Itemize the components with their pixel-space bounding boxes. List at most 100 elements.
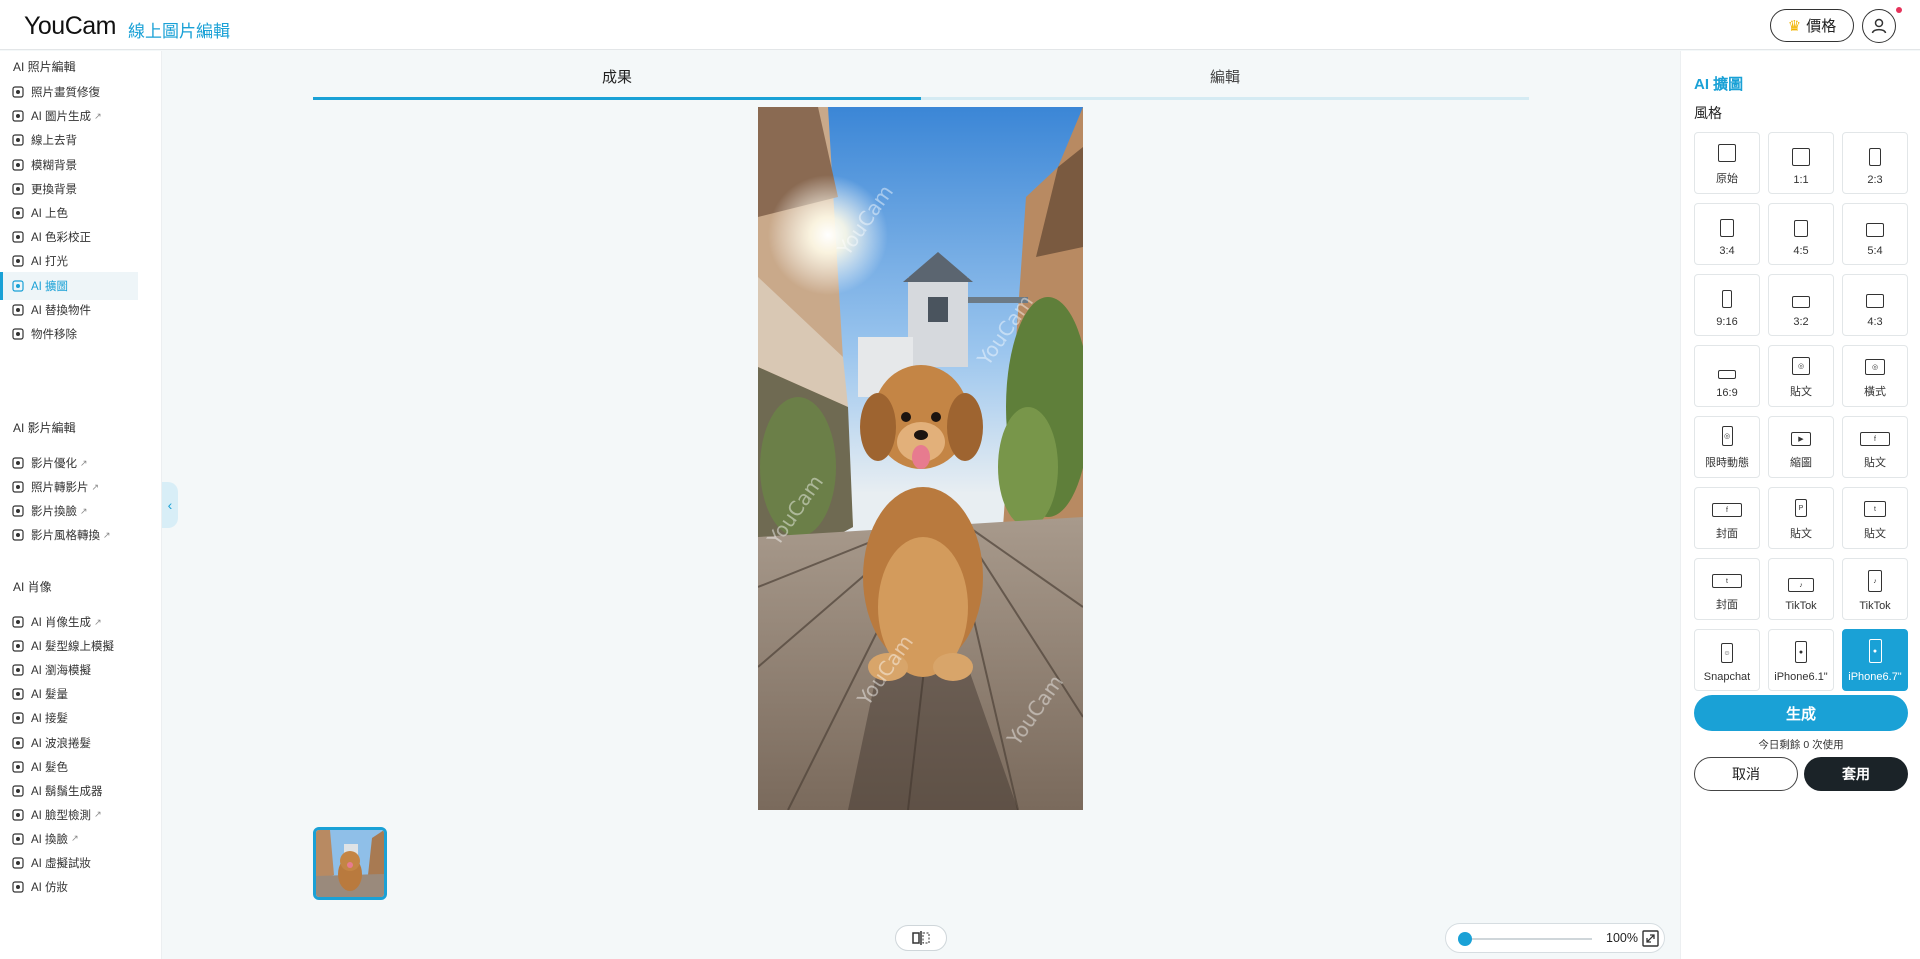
apply-button[interactable]: 套用 <box>1804 757 1908 791</box>
ratio-option[interactable]: ▶ 縮圖 <box>1768 416 1834 478</box>
replace-icon <box>11 303 24 316</box>
sidebar-item-label: AI 波浪捲髮 <box>31 737 92 750</box>
bangs-icon <box>11 664 24 677</box>
zoom-control: 100% <box>1445 923 1665 953</box>
light-icon <box>11 255 24 268</box>
ratio-option[interactable]: 16:9 <box>1694 345 1760 407</box>
sidebar-item-label: 線上去背 <box>31 135 77 148</box>
crown-icon: ♛ <box>1787 17 1802 35</box>
zoom-level: 100% <box>1606 931 1638 945</box>
ratio-option[interactable]: ☺ Snapchat <box>1694 629 1760 691</box>
user-account-button[interactable] <box>1862 9 1896 43</box>
fit-screen-icon[interactable] <box>1642 930 1659 947</box>
external-link-icon: ↗ <box>103 529 111 540</box>
ratio-option[interactable]: 5:4 <box>1842 203 1908 265</box>
ratio-option[interactable]: 原始 <box>1694 132 1760 194</box>
ratio-label: 貼文 <box>1790 528 1812 540</box>
ratio-label: 縮圖 <box>1790 457 1812 469</box>
external-link-icon: ↗ <box>94 616 102 627</box>
external-link-icon: ↗ <box>80 457 88 468</box>
ratio-option[interactable]: P 貼文 <box>1768 487 1834 549</box>
ratio-option[interactable]: ◎ 限時動態 <box>1694 416 1760 478</box>
youcam-logo[interactable]: YouCam <box>24 12 116 41</box>
dog-thumbnail-image <box>316 830 384 897</box>
ratio-shape-icon <box>1792 148 1810 166</box>
ratio-label: 貼文 <box>1790 386 1812 398</box>
ratio-label: 9:16 <box>1716 316 1738 328</box>
makeup-icon <box>11 857 24 870</box>
external-link-icon: ↗ <box>91 481 100 492</box>
pricing-button[interactable]: ♛ 價格 <box>1770 9 1854 42</box>
compare-button[interactable] <box>895 925 947 951</box>
expand-settings-panel: AI 擴圖 風格 原始 1:1 2:3 3:4 4:5 5:4 9:16 3:2 4:3 16:9… <box>1680 51 1920 959</box>
ratio-option[interactable]: t 封面 <box>1694 558 1760 620</box>
ratio-option[interactable]: ♪ TikTok <box>1768 558 1834 620</box>
ratio-label: Snapchat <box>1703 671 1751 683</box>
sidebar-item-label: AI 鬍鬚生成器 <box>31 785 103 798</box>
sidebar-item[interactable]: 影片風格轉換 ↗ <box>0 521 138 549</box>
ratio-option[interactable]: ◎ 橫式 <box>1842 345 1908 407</box>
ratio-option[interactable]: 4:5 <box>1768 203 1834 265</box>
ratio-option[interactable]: ◎ 貼文 <box>1768 345 1834 407</box>
ratio-option[interactable]: t 貼文 <box>1842 487 1908 549</box>
ratio-option[interactable]: f 封面 <box>1694 487 1760 549</box>
ai-image-icon <box>11 110 24 123</box>
generate-button[interactable]: 生成 <box>1694 695 1908 731</box>
ratio-shape-icon <box>1792 296 1810 308</box>
ratio-label: 貼文 <box>1864 457 1886 469</box>
zoom-slider-track[interactable] <box>1462 938 1592 940</box>
ratio-option[interactable]: ♪ TikTok <box>1842 558 1908 620</box>
face-shape-icon <box>11 808 24 821</box>
color-wheel-icon <box>11 231 24 244</box>
tiktok-icon: ♪ <box>1788 578 1814 592</box>
video-style-icon <box>11 529 24 542</box>
sidebar-item[interactable]: 物件移除 <box>0 320 138 348</box>
tools-sidebar: AI 照片編輯 照片畫質修復 AI 圖片生成 ↗ 線上去背 模糊背景 更換背景 AI 上色 AI… <box>0 51 162 959</box>
ratio-option[interactable]: 3:4 <box>1694 203 1760 265</box>
ratio-shape-icon <box>1718 370 1736 379</box>
compare-icon <box>912 931 930 945</box>
hair-color-icon <box>11 760 24 773</box>
ratio-option[interactable]: 3:2 <box>1768 274 1834 336</box>
cancel-button[interactable]: 取消 <box>1694 757 1798 791</box>
remaining-uses-text: 今日剩餘 0 次使用 <box>1758 739 1844 751</box>
tab-edit[interactable]: 編輯 <box>921 60 1529 100</box>
ratio-option[interactable]: f 貼文 <box>1842 416 1908 478</box>
sidebar-item-label: AI 換臉 <box>31 833 69 846</box>
dog-photo: YouCam YouCam YouCam YouCam YouCam <box>758 107 1083 810</box>
ratio-option[interactable]: 2:3 <box>1842 132 1908 194</box>
zoom-slider-handle[interactable] <box>1458 932 1472 946</box>
wavy-hair-icon <box>11 736 24 749</box>
apple-icon: ● <box>1868 639 1882 663</box>
ratio-label: 貼文 <box>1864 528 1886 540</box>
ratio-option[interactable]: 1:1 <box>1768 132 1834 194</box>
collapse-sidebar-button[interactable]: ‹ <box>162 482 178 528</box>
sidebar-item-label: 物件移除 <box>31 329 77 341</box>
ratio-label: 4:5 <box>1793 245 1809 257</box>
expand-icon <box>11 279 24 292</box>
sidebar-item-label: 模糊背景 <box>31 159 77 172</box>
facebook-icon: f <box>1860 432 1890 446</box>
ratio-label: 2:3 <box>1867 174 1883 186</box>
sidebar-item-label: AI 臉型檢測 <box>31 809 92 822</box>
sidebar-item-label: AI 仿妝 <box>31 882 69 895</box>
sidebar-item-label: 影片風格轉換 <box>31 530 100 542</box>
ratio-option[interactable]: ● iPhone6.1" <box>1768 629 1834 691</box>
hairstyle-icon <box>11 640 24 653</box>
ratio-label: 封面 <box>1716 599 1738 611</box>
sidebar-item[interactable]: AI 仿妝 <box>0 873 138 901</box>
ratio-option[interactable]: 4:3 <box>1842 274 1908 336</box>
tab-result[interactable]: 成果 <box>313 60 921 100</box>
result-thumbnail[interactable] <box>313 827 387 900</box>
ratio-label: 4:3 <box>1867 316 1883 328</box>
face-swap-icon <box>11 832 24 845</box>
ratio-label: 原始 <box>1716 173 1738 185</box>
eraser-icon <box>11 328 24 341</box>
facebook-icon: f <box>1712 503 1742 517</box>
ratio-option[interactable]: 9:16 <box>1694 274 1760 336</box>
sidebar-section-title: AI 影片編輯 <box>13 421 76 435</box>
sidebar-item-label: AI 瀏海模擬 <box>31 665 92 678</box>
hair-volume-icon <box>11 688 24 701</box>
ratio-option[interactable]: ● iPhone6.7" <box>1842 629 1908 691</box>
instagram-icon: ◎ <box>1721 426 1733 446</box>
